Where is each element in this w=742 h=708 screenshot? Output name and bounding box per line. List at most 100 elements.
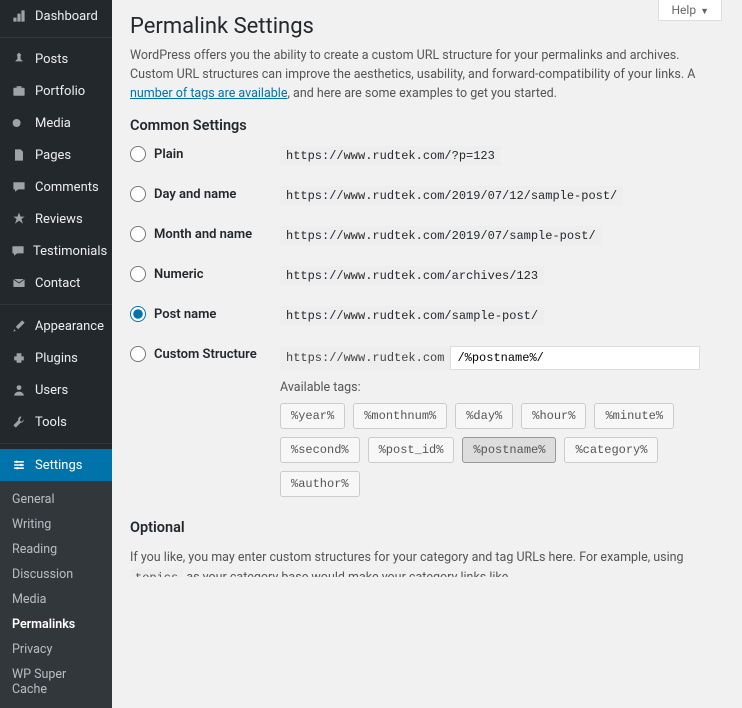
- portfolio-icon: [10, 82, 28, 100]
- sidebar-label: Contact: [35, 276, 80, 291]
- tag-year[interactable]: %year%: [280, 403, 345, 429]
- submenu-item-reading[interactable]: Reading: [0, 537, 112, 562]
- sidebar-label: Users: [35, 383, 68, 398]
- sidebar-label: Media: [35, 116, 71, 131]
- admin-sidebar: Dashboard Posts Portfolio Media Pages Co…: [0, 0, 112, 577]
- sidebar-label: Testimonials: [33, 244, 107, 259]
- sidebar-item-users[interactable]: Users: [0, 374, 112, 406]
- intro-text: WordPress offers you the ability to crea…: [130, 47, 724, 103]
- optional-heading: Optional: [130, 519, 724, 536]
- sidebar-label: Dashboard: [35, 9, 98, 24]
- radio-postname[interactable]: Post name: [130, 306, 280, 322]
- option-numeric: Numeric https://www.rudtek.com/archives/…: [130, 266, 724, 286]
- sidebar-item-dashboard[interactable]: Dashboard: [0, 0, 112, 32]
- radio-input-numeric[interactable]: [130, 266, 146, 282]
- sidebar-label: Appearance: [35, 319, 104, 334]
- radio-numeric[interactable]: Numeric: [130, 266, 280, 282]
- submenu-item-privacy[interactable]: Privacy: [0, 637, 112, 662]
- tag-minute[interactable]: %minute%: [594, 403, 674, 429]
- sidebar-separator: [0, 443, 112, 444]
- settings-submenu: General Writing Reading Discussion Media…: [0, 481, 112, 708]
- sidebar-item-comments[interactable]: Comments: [0, 171, 112, 203]
- comment-icon: [10, 178, 28, 196]
- brush-icon: [10, 317, 28, 335]
- example-plain: https://www.rudtek.com/?p=123: [280, 146, 501, 166]
- plugin-icon: [10, 349, 28, 367]
- submenu-item-general[interactable]: General: [0, 487, 112, 512]
- sidebar-label: Settings: [35, 458, 82, 473]
- user-icon: [10, 381, 28, 399]
- settings-icon: [10, 456, 28, 474]
- sidebar-label: Pages: [35, 148, 71, 163]
- sidebar-item-testimonials[interactable]: Testimonials: [0, 235, 112, 267]
- main-content: Help ▼ Permalink Settings WordPress offer…: [112, 0, 742, 577]
- option-postname: Post name https://www.rudtek.com/sample-…: [130, 306, 724, 326]
- sidebar-item-appearance[interactable]: Appearance: [0, 310, 112, 342]
- submenu-item-wpsupercache[interactable]: WP Super Cache: [0, 662, 112, 702]
- help-tab[interactable]: Help ▼: [658, 0, 722, 21]
- option-custom: Custom Structure https://www.rudtek.com …: [130, 346, 724, 497]
- tags-link[interactable]: number of tags are available: [130, 86, 287, 101]
- tag-hour[interactable]: %hour%: [521, 403, 586, 429]
- optional-text: If you like, you may enter custom struct…: [130, 548, 724, 577]
- sidebar-label: Posts: [35, 52, 68, 67]
- sidebar-item-settings[interactable]: Settings: [0, 449, 112, 481]
- tag-monthnum[interactable]: %monthnum%: [353, 403, 447, 429]
- testimonial-icon: [10, 242, 26, 260]
- mail-icon: [10, 274, 28, 292]
- sidebar-label: Portfolio: [35, 84, 85, 99]
- radio-input-custom[interactable]: [130, 346, 146, 362]
- sidebar-item-portfolio[interactable]: Portfolio: [0, 75, 112, 107]
- help-label: Help: [671, 3, 696, 17]
- example-monthname: https://www.rudtek.com/2019/07/sample-po…: [280, 226, 602, 246]
- chevron-down-icon: ▼: [700, 7, 709, 17]
- radio-input-monthname[interactable]: [130, 226, 146, 242]
- tag-postname[interactable]: %postname%: [462, 437, 556, 463]
- submenu-item-permalinks[interactable]: Permalinks: [0, 612, 112, 637]
- dashboard-icon: [10, 7, 28, 25]
- page-title: Permalink Settings: [130, 14, 724, 39]
- tag-author[interactable]: %author%: [280, 471, 360, 497]
- sidebar-item-contact[interactable]: Contact: [0, 267, 112, 299]
- radio-input-plain[interactable]: [130, 146, 146, 162]
- custom-structure-input[interactable]: [450, 346, 700, 370]
- radio-plain[interactable]: Plain: [130, 146, 280, 162]
- page-icon: [10, 146, 28, 164]
- submenu-item-media[interactable]: Media: [0, 587, 112, 612]
- star-icon: [10, 210, 28, 228]
- sidebar-item-reviews[interactable]: Reviews: [0, 203, 112, 235]
- radio-input-dayname[interactable]: [130, 186, 146, 202]
- available-tags-label: Available tags:: [280, 380, 724, 395]
- common-settings-heading: Common Settings: [130, 117, 724, 134]
- radio-input-postname[interactable]: [130, 306, 146, 322]
- tag-category[interactable]: %category%: [564, 437, 658, 463]
- option-plain: Plain https://www.rudtek.com/?p=123: [130, 146, 724, 166]
- option-dayname: Day and name https://www.rudtek.com/2019…: [130, 186, 724, 206]
- sidebar-item-media[interactable]: Media: [0, 107, 112, 139]
- radio-monthname[interactable]: Month and name: [130, 226, 280, 242]
- submenu-item-discussion[interactable]: Discussion: [0, 562, 112, 587]
- submenu-item-writing[interactable]: Writing: [0, 512, 112, 537]
- radio-dayname[interactable]: Day and name: [130, 186, 280, 202]
- tag-post-id[interactable]: %post_id%: [368, 437, 455, 463]
- sidebar-item-pages[interactable]: Pages: [0, 139, 112, 171]
- sidebar-item-posts[interactable]: Posts: [0, 43, 112, 75]
- radio-custom[interactable]: Custom Structure: [130, 346, 280, 362]
- example-numeric: https://www.rudtek.com/archives/123: [280, 266, 544, 286]
- sidebar-label: Tools: [35, 415, 67, 430]
- custom-base-url: https://www.rudtek.com: [280, 346, 450, 370]
- tag-day[interactable]: %day%: [455, 403, 513, 429]
- optional-code1: topics: [130, 569, 183, 577]
- sidebar-label: Comments: [35, 180, 99, 195]
- pin-icon: [10, 50, 28, 68]
- example-dayname: https://www.rudtek.com/2019/07/12/sample…: [280, 186, 623, 206]
- sidebar-separator: [0, 37, 112, 38]
- tag-second[interactable]: %second%: [280, 437, 360, 463]
- sidebar-item-tools[interactable]: Tools: [0, 406, 112, 438]
- sidebar-item-plugins[interactable]: Plugins: [0, 342, 112, 374]
- option-monthname: Month and name https://www.rudtek.com/20…: [130, 226, 724, 246]
- wrench-icon: [10, 413, 28, 431]
- sidebar-label: Plugins: [35, 351, 78, 366]
- example-postname: https://www.rudtek.com/sample-post/: [280, 306, 544, 326]
- media-icon: [10, 114, 28, 132]
